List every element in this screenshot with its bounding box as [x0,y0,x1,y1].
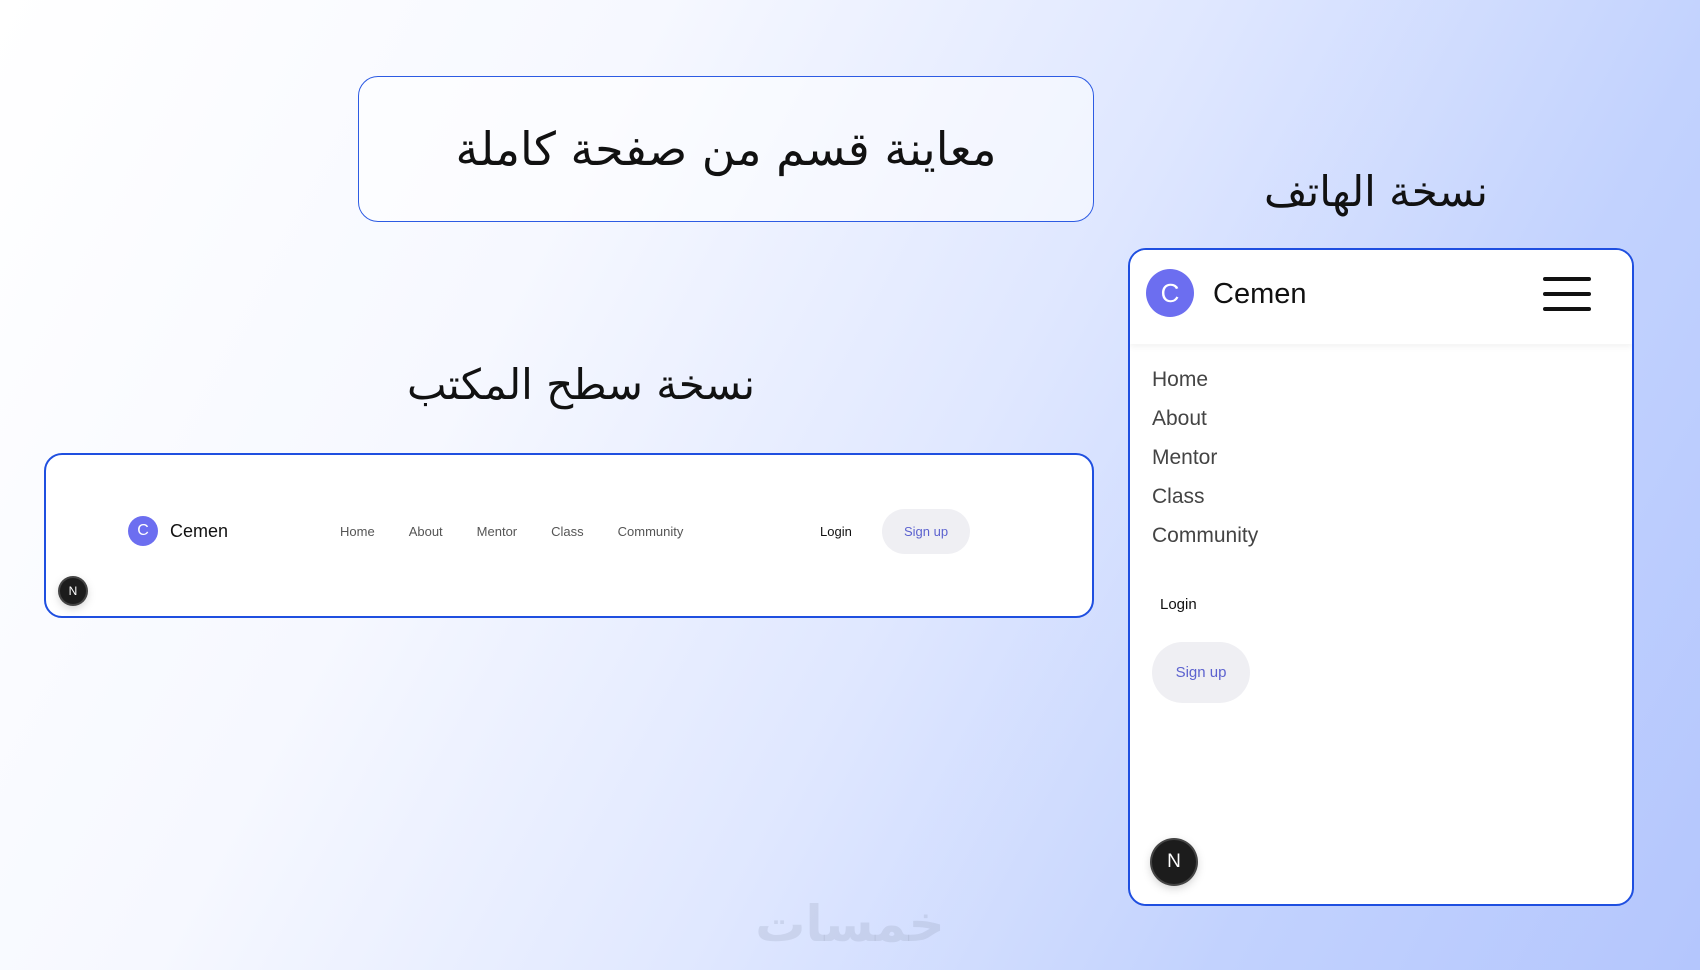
desktop-brand-name[interactable]: Cemen [170,521,228,542]
desktop-nav-about[interactable]: About [409,524,443,539]
desktop-nav: Home About Mentor Class Community [340,524,717,539]
mobile-login-link[interactable]: Login [1160,596,1197,613]
desktop-version-heading: نسخة سطح المكتب [406,360,756,409]
mobile-version-heading: نسخة الهاتف [1264,167,1488,216]
mobile-n-badge-icon[interactable]: N [1152,840,1196,884]
hamburger-menu-icon[interactable] [1543,277,1591,311]
mobile-nav-home[interactable]: Home [1152,368,1258,407]
desktop-n-badge-icon[interactable]: N [60,578,86,604]
desktop-nav-mentor[interactable]: Mentor [477,524,517,539]
headline-box: معاينة قسم من صفحة كاملة [358,76,1094,222]
desktop-nav-home[interactable]: Home [340,524,375,539]
desktop-login-link[interactable]: Login [820,524,852,539]
mobile-brand-name[interactable]: Cemen [1213,278,1307,311]
mobile-nav-mentor[interactable]: Mentor [1152,446,1258,485]
mobile-nav: Home About Mentor Class Community [1152,368,1258,563]
desktop-nav-class[interactable]: Class [551,524,584,539]
mobile-logo-icon[interactable]: C [1146,269,1194,317]
mobile-nav-community[interactable]: Community [1152,524,1258,563]
desktop-preview-frame: C Cemen Home About Mentor Class Communit… [44,453,1094,618]
desktop-logo-icon[interactable]: C [128,516,158,546]
mobile-signup-button[interactable]: Sign up [1152,642,1250,703]
desktop-nav-community[interactable]: Community [618,524,684,539]
mobile-preview-frame: C Cemen Home About Mentor Class Communit… [1128,248,1634,906]
desktop-signup-button[interactable]: Sign up [882,509,970,554]
watermark-logo: خمسات [755,895,945,953]
mobile-nav-class[interactable]: Class [1152,485,1258,524]
mobile-header: C Cemen [1130,250,1632,344]
mobile-nav-about[interactable]: About [1152,407,1258,446]
headline-text: معاينة قسم من صفحة كاملة [455,122,997,176]
